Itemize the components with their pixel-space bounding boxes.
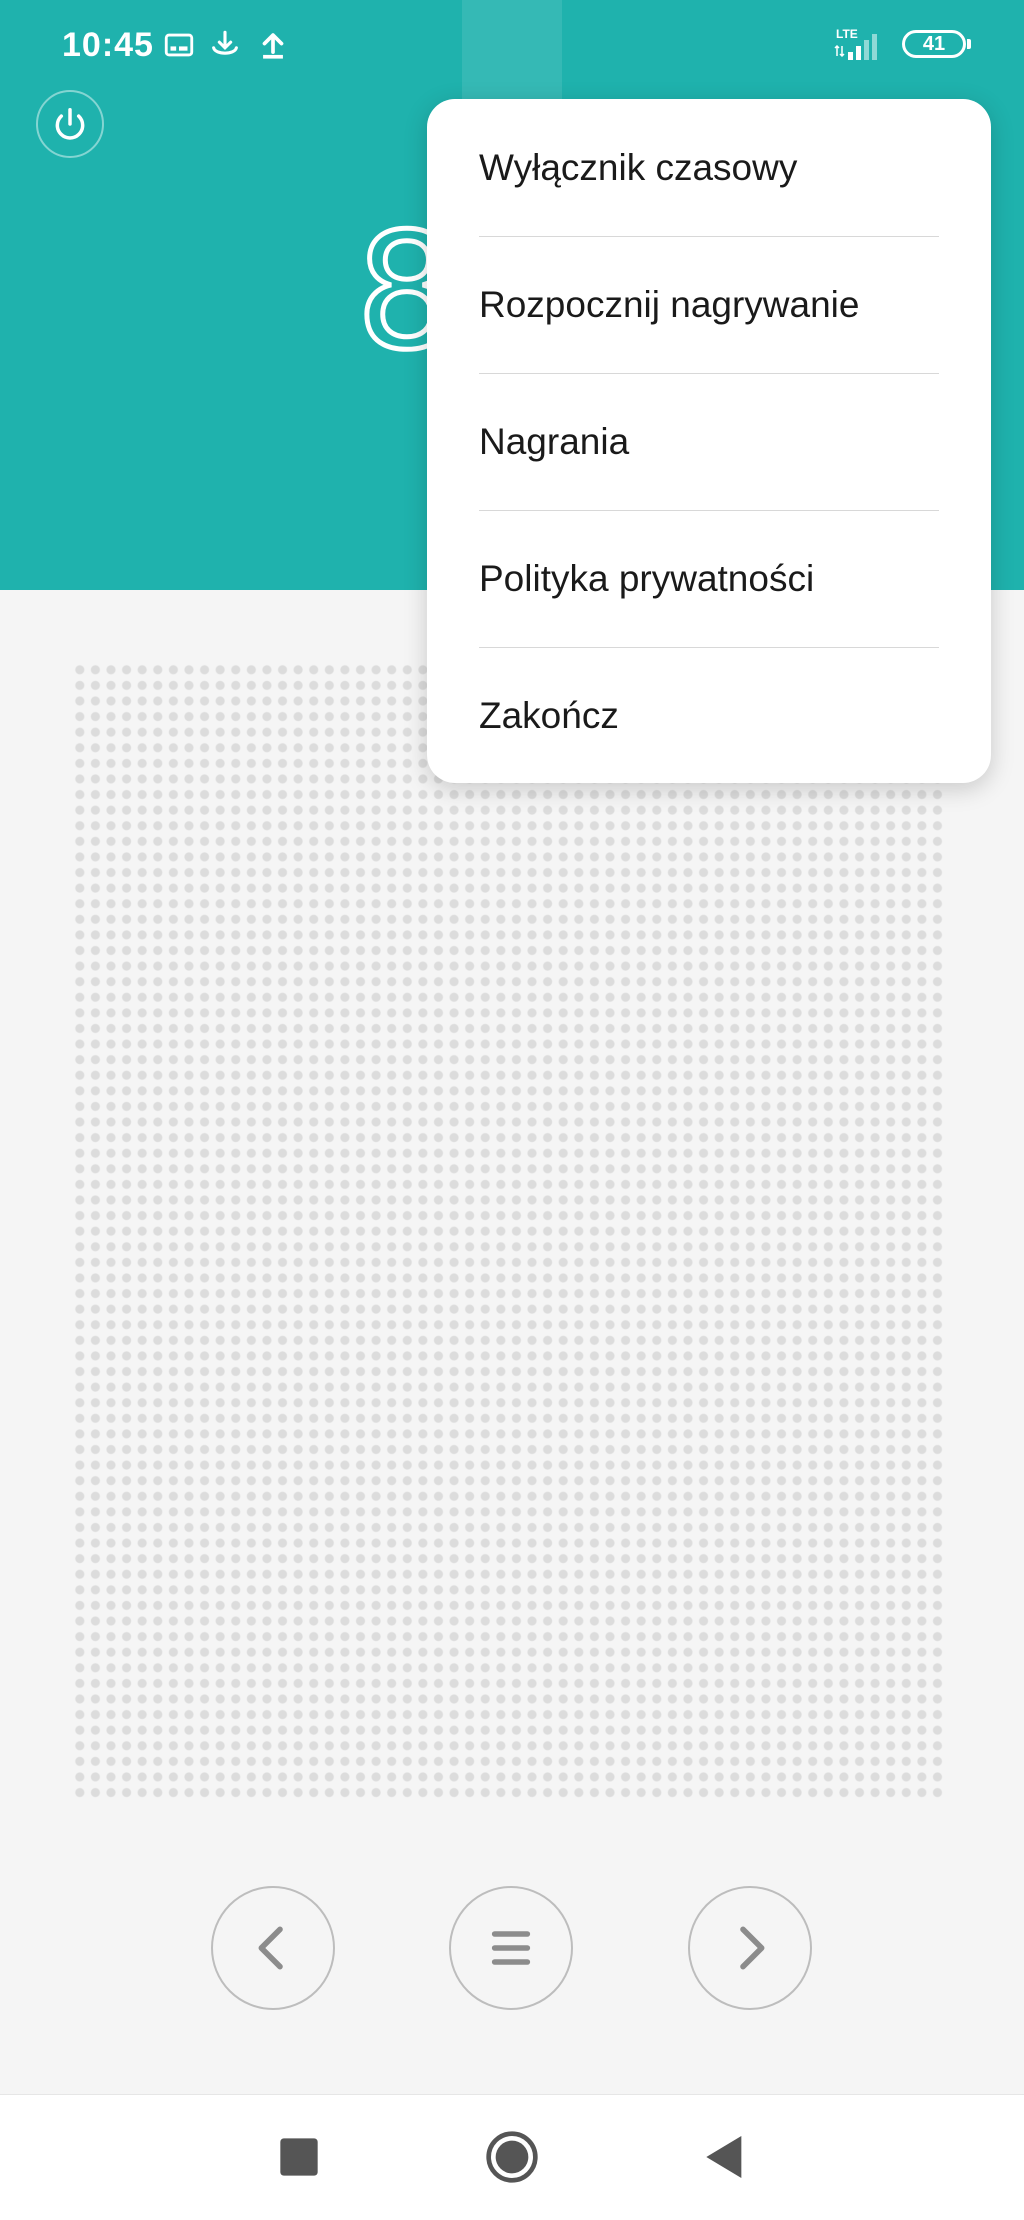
menu-item-exit[interactable]: Zakończ (427, 647, 991, 784)
previous-button[interactable] (211, 1886, 335, 2010)
power-icon (55, 108, 85, 140)
back-triangle-icon (706, 2136, 742, 2178)
menu-item-start-recording[interactable]: Rozpocznij nagrywanie (427, 236, 991, 373)
signal-icon: LTE (834, 26, 890, 62)
battery-indicator: 41 (902, 30, 971, 58)
home-circle-icon (486, 2131, 538, 2183)
gallery-icon (162, 28, 196, 62)
chevron-right-icon (740, 1926, 765, 1970)
status-time: 10:45 (62, 26, 154, 64)
chevron-left-icon (258, 1926, 283, 1970)
download-icon (208, 28, 242, 62)
home-button[interactable] (484, 2129, 540, 2185)
overflow-menu: Wyłącznik czasowy Rozpocznij nagrywanie … (427, 99, 991, 783)
system-nav-bar (0, 2094, 1024, 2220)
next-button[interactable] (688, 1886, 812, 2010)
recents-square-icon (280, 2138, 318, 2176)
menu-item-recordings[interactable]: Nagrania (427, 373, 991, 510)
menu-item-privacy-policy[interactable]: Polityka prywatności (427, 510, 991, 647)
upload-icon (256, 28, 290, 62)
menu-item-sleep-timer[interactable]: Wyłącznik czasowy (427, 99, 991, 236)
status-bar: 10:45 LTE 41 (0, 0, 1024, 90)
recents-button[interactable] (271, 2129, 327, 2185)
dot-matrix-display (72, 662, 944, 1798)
power-button[interactable] (36, 90, 104, 158)
network-label: LTE (836, 27, 858, 41)
menu-lines-icon (491, 1931, 531, 1965)
back-button[interactable] (697, 2129, 753, 2185)
menu-button[interactable] (449, 1886, 573, 2010)
